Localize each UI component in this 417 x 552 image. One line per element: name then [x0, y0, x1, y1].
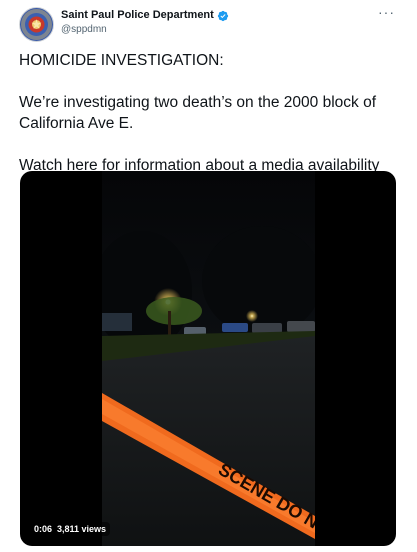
video-meta: 0:06 3,811 views — [30, 522, 111, 536]
video-thumbnail: SCENE DO NOT CROSS — [102, 171, 315, 546]
video-timestamp: 0:06 — [34, 524, 53, 534]
ellipsis-icon[interactable]: ··· — [378, 4, 395, 20]
tweet-text: HOMICIDE INVESTIGATION: We’re investigat… — [19, 50, 399, 176]
author-handle[interactable]: @sppdmn — [61, 24, 107, 35]
video-player[interactable]: SCENE DO NOT CROSS 0:06 3,811 views — [20, 171, 396, 546]
author-display-name[interactable]: Saint Paul Police Department — [61, 9, 214, 21]
police-badge-icon — [21, 9, 52, 40]
verified-badge-icon — [217, 9, 229, 22]
author-name-row[interactable]: Saint Paul Police Department — [61, 9, 229, 22]
tweet-card: Saint Paul Police Department @sppdmn ···… — [0, 0, 417, 552]
tweet-paragraph: We’re investigating two death’s on the 2… — [19, 94, 377, 132]
tweet-paragraph: HOMICIDE INVESTIGATION: — [19, 52, 224, 69]
video-views: 3,811 views — [57, 524, 107, 534]
avatar[interactable] — [19, 7, 54, 42]
